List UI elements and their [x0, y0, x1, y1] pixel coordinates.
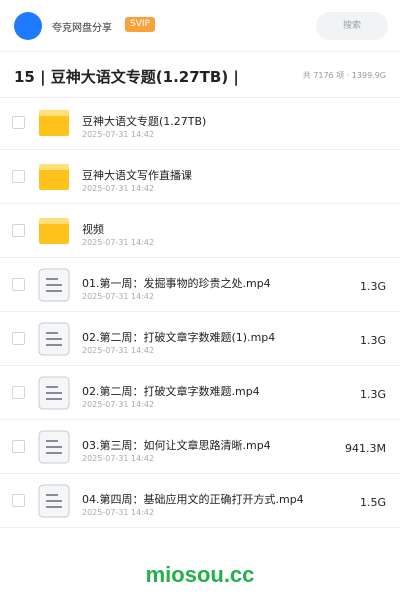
- select-checkbox[interactable]: [12, 224, 25, 237]
- file-date: 2025-07-31 14:42: [82, 292, 155, 301]
- select-checkbox[interactable]: [12, 116, 25, 129]
- page-title: 15 | 豆神大语文专题(1.27TB) |: [14, 68, 239, 86]
- file-size: 1.3G: [359, 334, 386, 347]
- select-checkbox[interactable]: [12, 278, 25, 291]
- file-name: 04.第四周：基础应用文的正确打开方式.mp4: [82, 493, 304, 506]
- top-bar: 夸克网盘分享 SVIP 搜索: [0, 0, 400, 52]
- file-size: 1.5G: [359, 496, 386, 509]
- svip-badge: SVIP: [125, 17, 155, 32]
- site-watermark: miosou.cc: [145, 562, 255, 587]
- item-count-summary: 共 7176 项 · 1399.9G: [302, 71, 386, 80]
- list-item[interactable]: 02.第二周：打破文章字数难题(1).mp4 2025-07-31 14:42 …: [0, 312, 400, 366]
- list-item[interactable]: 豆神大语文写作直播课 2025-07-31 14:42: [0, 150, 400, 204]
- file-size: 941.3M: [345, 442, 386, 455]
- list-item[interactable]: 豆神大语文专题(1.27TB) 2025-07-31 14:42: [0, 96, 400, 150]
- list-item[interactable]: 视频 2025-07-31 14:42: [0, 204, 400, 258]
- file-name: 02.第二周：打破文章字数难题(1).mp4: [82, 331, 276, 344]
- file-name: 02.第二周：打破文章字数难题.mp4: [82, 385, 260, 398]
- document-icon: [38, 376, 70, 410]
- list-item[interactable]: 01.第一周：发掘事物的珍贵之处.mp4 2025-07-31 14:42 1.…: [0, 258, 400, 312]
- select-checkbox[interactable]: [12, 494, 25, 507]
- file-date: 2025-07-31 14:42: [82, 184, 155, 193]
- file-name: 豆神大语文专题(1.27TB): [82, 115, 207, 128]
- file-date: 2025-07-31 14:42: [82, 238, 155, 247]
- list-item[interactable]: 03.第三周：如何让文章思路清晰.mp4 2025-07-31 14:42 94…: [0, 420, 400, 474]
- file-size: 1.3G: [359, 388, 386, 401]
- folder-icon: [39, 164, 69, 190]
- document-icon: [38, 268, 70, 302]
- select-checkbox[interactable]: [12, 440, 25, 453]
- app-name: 夸克网盘分享: [52, 23, 112, 34]
- file-list: 豆神大语文专题(1.27TB) 2025-07-31 14:42 豆神大语文写作…: [0, 96, 400, 528]
- document-icon: [38, 484, 70, 518]
- select-checkbox[interactable]: [12, 170, 25, 183]
- list-item[interactable]: 04.第四周：基础应用文的正确打开方式.mp4 2025-07-31 14:42…: [0, 474, 400, 528]
- file-date: 2025-07-31 14:42: [82, 454, 155, 463]
- file-name: 01.第一周：发掘事物的珍贵之处.mp4: [82, 277, 271, 290]
- document-icon: [38, 430, 70, 464]
- avatar[interactable]: [14, 12, 42, 40]
- search-input[interactable]: 搜索: [316, 12, 388, 40]
- file-date: 2025-07-31 14:42: [82, 400, 155, 409]
- file-name: 视频: [82, 223, 104, 236]
- folder-header: 15 | 豆神大语文专题(1.27TB) | 共 7176 项 · 1399.9…: [0, 52, 400, 98]
- file-date: 2025-07-31 14:42: [82, 346, 155, 355]
- file-date: 2025-07-31 14:42: [82, 130, 155, 139]
- file-name: 03.第三周：如何让文章思路清晰.mp4: [82, 439, 271, 452]
- folder-icon: [39, 218, 69, 244]
- file-name: 豆神大语文写作直播课: [82, 169, 192, 182]
- document-icon: [38, 322, 70, 356]
- file-size: 1.3G: [359, 280, 386, 293]
- select-checkbox[interactable]: [12, 332, 25, 345]
- list-item[interactable]: 02.第二周：打破文章字数难题.mp4 2025-07-31 14:42 1.3…: [0, 366, 400, 420]
- file-date: 2025-07-31 14:42: [82, 508, 155, 517]
- folder-icon: [39, 110, 69, 136]
- select-checkbox[interactable]: [12, 386, 25, 399]
